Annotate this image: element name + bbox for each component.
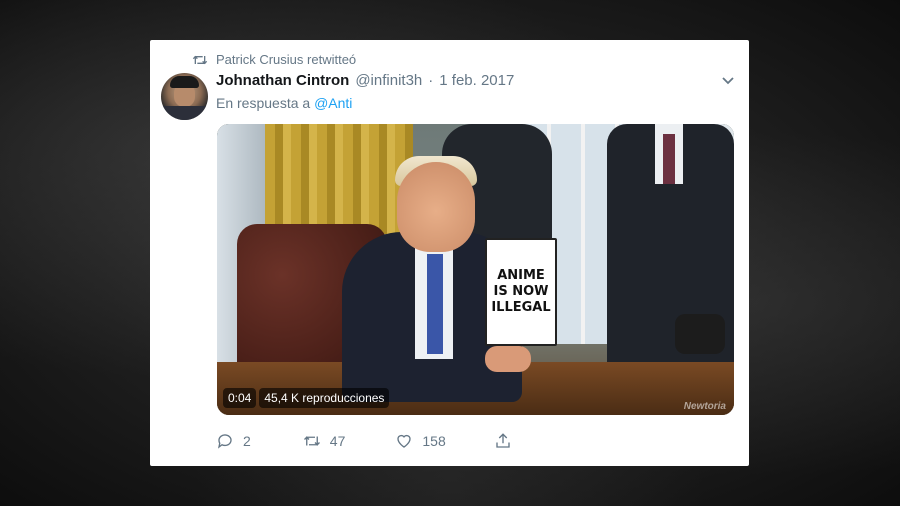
separator-dot: · — [428, 72, 434, 89]
retweet-icon — [192, 55, 208, 64]
tweet-card[interactable]: Patrick Crusius retwitteó Johnathan Cint… — [150, 40, 749, 466]
sign-line: ANIME — [497, 268, 545, 283]
reply-icon — [217, 434, 232, 449]
video-sign: ANIME IS NOW ILLEGAL — [485, 238, 557, 346]
share-icon — [496, 433, 510, 448]
like-button[interactable]: 158 — [395, 432, 446, 450]
retweet-button[interactable]: 47 — [303, 432, 346, 450]
video-views: 45,4 K reproducciones — [259, 388, 390, 408]
reply-button[interactable]: 2 — [216, 432, 251, 450]
reply-prefix: En respuesta a — [216, 95, 311, 111]
share-button[interactable] — [494, 432, 512, 450]
chevron-down-icon[interactable] — [721, 76, 735, 86]
like-count: 158 — [422, 433, 446, 449]
reply-count: 2 — [243, 433, 251, 449]
heart-icon — [397, 434, 412, 448]
avatar[interactable] — [161, 73, 208, 120]
author-handle[interactable]: @infinit3h — [355, 72, 422, 89]
video-duration: 0:04 — [223, 388, 257, 408]
retweet-context-label[interactable]: Patrick Crusius retwitteó — [216, 52, 356, 67]
retweet-icon — [303, 436, 320, 446]
video-player[interactable]: ANIME IS NOW ILLEGAL Newtoria 0:04 45,4 … — [217, 124, 734, 415]
tweet-actions: 2 47 158 — [216, 432, 512, 450]
tweet-date[interactable]: 1 feb. 2017 — [439, 72, 514, 89]
tweet-header: Johnathan Cintron @infinit3h · 1 feb. 20… — [216, 72, 514, 89]
sign-line: IS NOW — [493, 284, 549, 299]
author-name[interactable]: Johnathan Cintron — [216, 72, 349, 89]
reply-to-link[interactable]: @Anti — [314, 95, 352, 111]
sign-line: ILLEGAL — [491, 300, 551, 315]
retweet-context: Patrick Crusius retwitteó — [192, 52, 356, 67]
video-overlay: 0:04 45,4 K reproducciones — [223, 388, 390, 408]
retweet-count: 47 — [329, 433, 346, 449]
reply-context: En respuesta a @Anti — [216, 95, 352, 111]
video-watermark: Newtoria — [683, 401, 726, 412]
